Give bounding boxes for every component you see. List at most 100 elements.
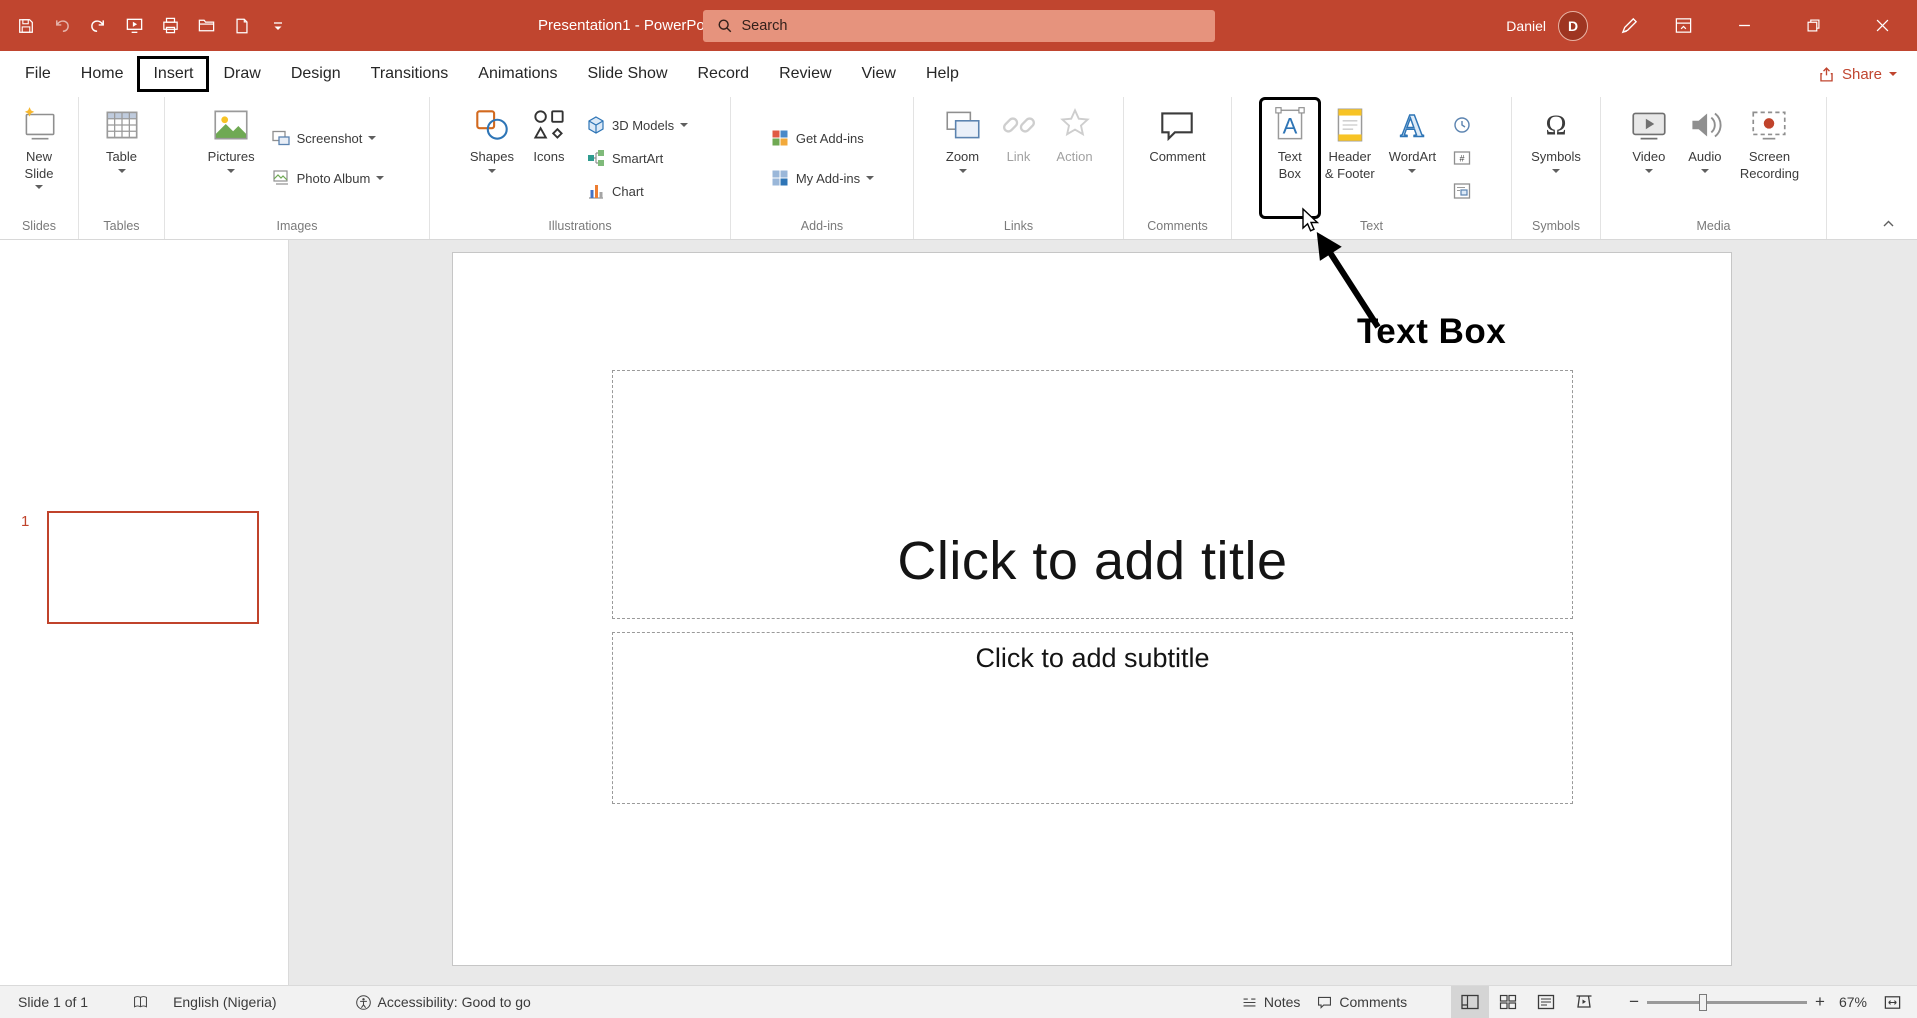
zoom-chevron-icon xyxy=(959,169,967,173)
table-label: Table xyxy=(106,149,137,166)
3d-models-label: 3D Models xyxy=(612,118,674,133)
inking-button[interactable] xyxy=(1602,0,1656,51)
restore-button[interactable] xyxy=(1779,0,1848,51)
normal-view-button[interactable] xyxy=(1451,986,1489,1018)
video-chevron-icon xyxy=(1645,169,1653,173)
header-footer-button[interactable]: Header & Footer xyxy=(1318,100,1382,216)
spell-check-button[interactable] xyxy=(124,986,157,1018)
header-footer-label-2: & Footer xyxy=(1325,166,1375,183)
zoom-button[interactable]: Zoom xyxy=(935,100,991,216)
collapse-ribbon-button[interactable] xyxy=(1875,213,1901,233)
tab-review[interactable]: Review xyxy=(764,57,846,91)
print-preview-button[interactable] xyxy=(152,0,188,51)
screenshot-button[interactable]: Screenshot xyxy=(266,126,390,150)
new-file-button[interactable] xyxy=(224,0,260,51)
accessibility-checker[interactable]: Accessibility: Good to go xyxy=(347,986,539,1018)
audio-icon xyxy=(1684,104,1726,146)
tab-transitions[interactable]: Transitions xyxy=(356,57,464,91)
language-indicator[interactable]: English (Nigeria) xyxy=(165,986,284,1018)
slide[interactable]: Click to add title Click to add subtitle xyxy=(452,252,1732,966)
slide-show-icon xyxy=(1574,992,1594,1012)
redo-button[interactable] xyxy=(80,0,116,51)
zoom-in-button[interactable]: + xyxy=(1807,992,1833,1012)
slide-indicator[interactable]: Slide 1 of 1 xyxy=(10,986,96,1018)
action-button[interactable]: Action xyxy=(1047,100,1103,216)
slide-canvas: Click to add title Click to add subtitle xyxy=(289,240,1917,985)
customize-qat-button[interactable] xyxy=(260,0,296,51)
slide-thumbnail[interactable] xyxy=(47,511,259,624)
table-button[interactable]: Table xyxy=(94,100,150,216)
save-button[interactable] xyxy=(8,0,44,51)
tab-design[interactable]: Design xyxy=(276,57,356,91)
chart-button[interactable]: Chart xyxy=(581,179,693,203)
zoom-out-button[interactable]: − xyxy=(1621,992,1647,1012)
audio-button[interactable]: Audio xyxy=(1677,100,1733,216)
get-addins-button[interactable]: Get Add-ins xyxy=(765,126,879,150)
object-button[interactable] xyxy=(1447,179,1477,203)
date-time-button[interactable] xyxy=(1447,113,1477,137)
tab-file[interactable]: File xyxy=(10,57,66,91)
shapes-chevron-icon xyxy=(488,169,496,173)
tab-record[interactable]: Record xyxy=(683,57,765,91)
pictures-label: Pictures xyxy=(208,149,255,166)
notes-icon xyxy=(1241,994,1258,1011)
close-button[interactable] xyxy=(1848,0,1917,51)
subtitle-placeholder[interactable]: Click to add subtitle xyxy=(612,632,1573,804)
notes-button[interactable]: Notes xyxy=(1233,986,1309,1018)
new-slide-button[interactable]: New Slide xyxy=(11,100,67,216)
comment-button[interactable]: Comment xyxy=(1142,100,1212,216)
reading-view-button[interactable] xyxy=(1527,986,1565,1018)
fit-to-window-button[interactable] xyxy=(1877,986,1907,1018)
zoom-label: Zoom xyxy=(946,149,979,166)
slide-number-button[interactable]: # xyxy=(1447,146,1477,170)
tab-animations[interactable]: Animations xyxy=(463,57,572,91)
tab-insert[interactable]: Insert xyxy=(138,57,208,91)
minimize-button[interactable] xyxy=(1710,0,1779,51)
zoom-slider[interactable] xyxy=(1647,1001,1807,1004)
shapes-button[interactable]: Shapes xyxy=(463,100,521,216)
pictures-button[interactable]: Pictures xyxy=(201,100,262,216)
wordart-button[interactable]: A WordArt xyxy=(1382,100,1443,216)
tab-view[interactable]: View xyxy=(847,57,911,91)
folder-icon xyxy=(197,16,216,35)
user-name[interactable]: Daniel xyxy=(1506,18,1546,34)
slide-show-view-button[interactable] xyxy=(1565,986,1603,1018)
comments-button[interactable]: Comments xyxy=(1308,986,1415,1018)
group-label-slides: Slides xyxy=(0,216,78,239)
zoom-slider-thumb[interactable] xyxy=(1699,994,1707,1011)
smartart-button[interactable]: SmartArt xyxy=(581,146,693,170)
start-slideshow-button[interactable] xyxy=(116,0,152,51)
tab-draw[interactable]: Draw xyxy=(208,57,275,91)
group-label-addins: Add-ins xyxy=(731,216,913,239)
link-button[interactable]: Link xyxy=(991,100,1047,216)
3d-models-chevron-icon xyxy=(680,123,688,127)
screen-recording-button[interactable]: Screen Recording xyxy=(1733,100,1806,216)
search-box[interactable]: Search xyxy=(703,10,1215,42)
screen-recording-label-1: Screen xyxy=(1749,149,1790,166)
screenshot-icon xyxy=(271,128,291,148)
tab-help[interactable]: Help xyxy=(911,57,974,91)
comments-icon xyxy=(1316,994,1333,1011)
icons-button[interactable]: Icons xyxy=(521,100,577,216)
tab-home[interactable]: Home xyxy=(66,57,139,91)
avatar[interactable]: D xyxy=(1558,11,1588,41)
accessibility-icon xyxy=(355,994,372,1011)
3d-models-button[interactable]: 3D Models xyxy=(581,113,693,137)
slide-number-icon: # xyxy=(1452,148,1472,168)
my-addins-button[interactable]: My Add-ins xyxy=(765,166,879,190)
open-file-button[interactable] xyxy=(188,0,224,51)
slide-sorter-view-button[interactable] xyxy=(1489,986,1527,1018)
ribbon-display-options-button[interactable] xyxy=(1656,0,1710,51)
share-button[interactable]: Share xyxy=(1818,66,1897,83)
text-box-button[interactable]: A Text Box xyxy=(1262,100,1318,216)
symbols-button[interactable]: Ω Symbols xyxy=(1524,100,1588,216)
photo-album-button[interactable]: Photo Album xyxy=(266,166,390,190)
title-placeholder[interactable]: Click to add title xyxy=(612,370,1573,619)
photo-album-icon xyxy=(271,168,291,188)
tab-slide-show[interactable]: Slide Show xyxy=(572,57,682,91)
titlebar: Presentation1 - PowerPoint Search Daniel… xyxy=(0,0,1917,51)
restore-icon xyxy=(1807,19,1820,32)
zoom-level[interactable]: 67% xyxy=(1833,994,1877,1010)
video-button[interactable]: Video xyxy=(1621,100,1677,216)
undo-button[interactable] xyxy=(44,0,80,51)
